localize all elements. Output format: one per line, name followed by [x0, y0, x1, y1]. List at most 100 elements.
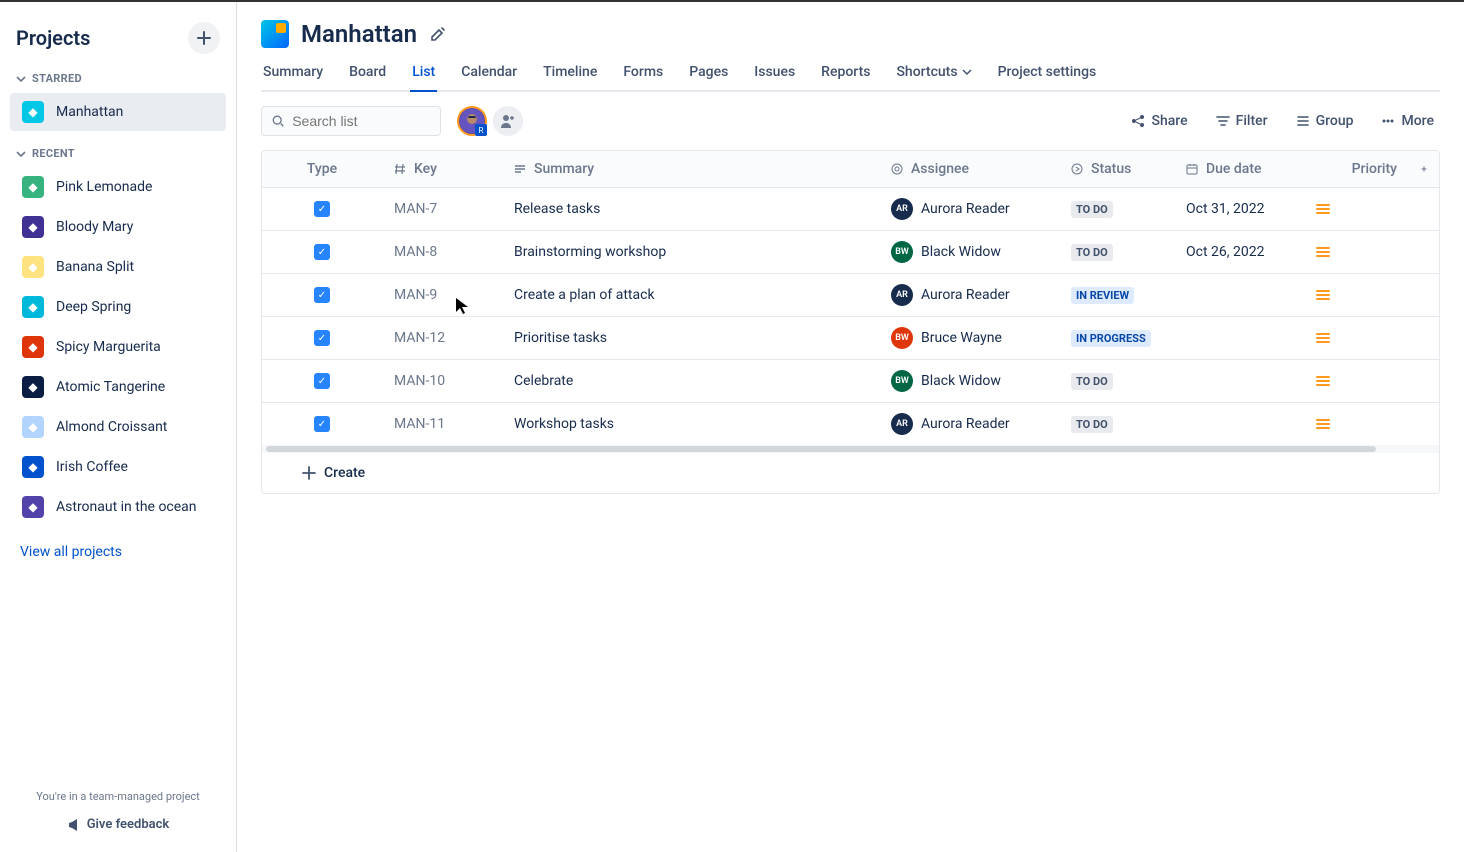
issue-summary[interactable]: Celebrate	[502, 360, 879, 402]
recent-section-toggle[interactable]: RECENT	[0, 141, 236, 166]
add-project-button[interactable]	[188, 22, 220, 54]
filter-button[interactable]: Filter	[1210, 109, 1274, 133]
sidebar-item[interactable]: ◆ Spicy Marguerita	[10, 328, 226, 366]
due-date[interactable]: Oct 26, 2022	[1174, 231, 1304, 273]
more-icon	[1381, 114, 1395, 128]
tab-pages[interactable]: Pages	[687, 56, 730, 90]
group-button[interactable]: Group	[1290, 109, 1360, 133]
issue-summary[interactable]: Prioritise tasks	[502, 317, 879, 359]
due-date[interactable]	[1174, 360, 1304, 402]
tab-forms[interactable]: Forms	[621, 56, 665, 90]
starred-section-toggle[interactable]: STARRED	[0, 66, 236, 91]
tab-list[interactable]: List	[410, 56, 437, 90]
priority-cell[interactable]	[1304, 231, 1409, 273]
issue-summary[interactable]: Create a plan of attack	[502, 274, 879, 316]
table-row[interactable]: ✓ MAN-8 Brainstorming workshop BW Black …	[262, 231, 1439, 274]
sidebar-item[interactable]: ◆ Irish Coffee	[10, 448, 226, 486]
status-badge[interactable]: TO DO	[1071, 416, 1113, 433]
issue-assignee[interactable]: AR Aurora Reader	[879, 188, 1059, 230]
tab-shortcuts[interactable]: Shortcuts	[894, 56, 973, 90]
status-badge[interactable]: TO DO	[1071, 201, 1113, 218]
paint-icon	[429, 25, 447, 43]
table-row[interactable]: ✓ MAN-10 Celebrate BW Black Widow TO DO	[262, 360, 1439, 403]
sidebar-item[interactable]: ◆ Banana Split	[10, 248, 226, 286]
add-people-button[interactable]	[493, 106, 523, 136]
issue-key[interactable]: MAN-11	[382, 403, 502, 445]
priority-cell[interactable]	[1304, 360, 1409, 402]
issue-key[interactable]: MAN-8	[382, 231, 502, 273]
due-date[interactable]	[1174, 403, 1304, 445]
table-row[interactable]: ✓ MAN-12 Prioritise tasks BW Bruce Wayne…	[262, 317, 1439, 360]
share-button[interactable]: Share	[1125, 109, 1193, 133]
status-badge[interactable]: IN PROGRESS	[1071, 330, 1151, 347]
priority-cell[interactable]	[1304, 188, 1409, 230]
project-color-button[interactable]	[429, 25, 447, 43]
due-date[interactable]: Oct 31, 2022	[1174, 188, 1304, 230]
issue-summary[interactable]: Workshop tasks	[502, 403, 879, 445]
issue-assignee[interactable]: BW Black Widow	[879, 231, 1059, 273]
search-input[interactable]	[292, 113, 430, 129]
issue-assignee[interactable]: AR Aurora Reader	[879, 403, 1059, 445]
column-header-status[interactable]: Status	[1059, 151, 1174, 187]
issue-assignee[interactable]: BW Bruce Wayne	[879, 317, 1059, 359]
due-date[interactable]	[1174, 317, 1304, 359]
issue-summary[interactable]: Brainstorming workshop	[502, 231, 879, 273]
sidebar-item[interactable]: ◆ Bloody Mary	[10, 208, 226, 246]
issue-key[interactable]: MAN-10	[382, 360, 502, 402]
issue-key[interactable]: MAN-12	[382, 317, 502, 359]
issue-key[interactable]: MAN-7	[382, 188, 502, 230]
tab-issues[interactable]: Issues	[752, 56, 797, 90]
project-icon-small: ◆	[22, 416, 44, 438]
project-icon	[261, 20, 289, 48]
tab-board[interactable]: Board	[347, 56, 388, 90]
sidebar-item[interactable]: ◆ Manhattan	[10, 93, 226, 131]
tab-summary[interactable]: Summary	[261, 56, 325, 90]
column-header-due[interactable]: Due date	[1174, 151, 1304, 187]
table-row[interactable]: ✓ MAN-9 Create a plan of attack AR Auror…	[262, 274, 1439, 317]
column-header-summary[interactable]: Summary	[502, 151, 879, 187]
column-header-assignee[interactable]: Assignee	[879, 151, 1059, 187]
issue-assignee[interactable]: AR Aurora Reader	[879, 274, 1059, 316]
priority-medium-icon	[1316, 290, 1330, 300]
horizontal-scrollbar[interactable]	[262, 445, 1439, 453]
column-header-priority[interactable]: Priority	[1304, 151, 1409, 187]
issue-key[interactable]: MAN-9	[382, 274, 502, 316]
more-button[interactable]: More	[1375, 109, 1440, 133]
issue-summary[interactable]: Release tasks	[502, 188, 879, 230]
tab-reports[interactable]: Reports	[819, 56, 872, 90]
give-feedback-button[interactable]: Give feedback	[0, 809, 236, 840]
tab-calendar[interactable]: Calendar	[459, 56, 519, 90]
column-header-key[interactable]: Key	[382, 151, 502, 187]
status-badge[interactable]: IN REVIEW	[1071, 287, 1134, 304]
add-column-button[interactable]	[1409, 151, 1439, 187]
column-header-type[interactable]: Type	[262, 151, 382, 187]
due-date[interactable]	[1174, 274, 1304, 316]
tab-timeline[interactable]: Timeline	[541, 56, 599, 90]
search-field[interactable]	[261, 106, 441, 136]
priority-cell[interactable]	[1304, 403, 1409, 445]
tab-project-settings[interactable]: Project settings	[996, 56, 1099, 90]
sidebar-item[interactable]: ◆ Atomic Tangerine	[10, 368, 226, 406]
priority-cell[interactable]	[1304, 274, 1409, 316]
priority-cell[interactable]	[1304, 317, 1409, 359]
avatar-current-user[interactable]: R	[457, 106, 487, 136]
plus-icon	[197, 31, 211, 45]
status-badge[interactable]: TO DO	[1071, 244, 1113, 261]
sidebar-item[interactable]: ◆ Astronaut in the ocean	[10, 488, 226, 526]
project-icon-small: ◆	[22, 336, 44, 358]
sidebar-item[interactable]: ◆ Almond Croissant	[10, 408, 226, 446]
view-all-projects-link[interactable]: View all projects	[0, 534, 236, 570]
issue-assignee[interactable]: BW Black Widow	[879, 360, 1059, 402]
status-badge[interactable]: TO DO	[1071, 373, 1113, 390]
priority-medium-icon	[1316, 204, 1330, 214]
table-row[interactable]: ✓ MAN-7 Release tasks AR Aurora Reader T…	[262, 188, 1439, 231]
priority-medium-icon	[1316, 419, 1330, 429]
megaphone-icon	[67, 818, 81, 832]
scrollbar-thumb[interactable]	[266, 446, 1376, 452]
sidebar-item[interactable]: ◆ Pink Lemonade	[10, 168, 226, 206]
table-row[interactable]: ✓ MAN-11 Workshop tasks AR Aurora Reader…	[262, 403, 1439, 445]
sidebar-item[interactable]: ◆ Deep Spring	[10, 288, 226, 326]
toolbar: R Share Filter Group More	[261, 92, 1440, 150]
create-issue-button[interactable]: Create	[262, 453, 1439, 493]
cursor-icon	[455, 297, 469, 315]
